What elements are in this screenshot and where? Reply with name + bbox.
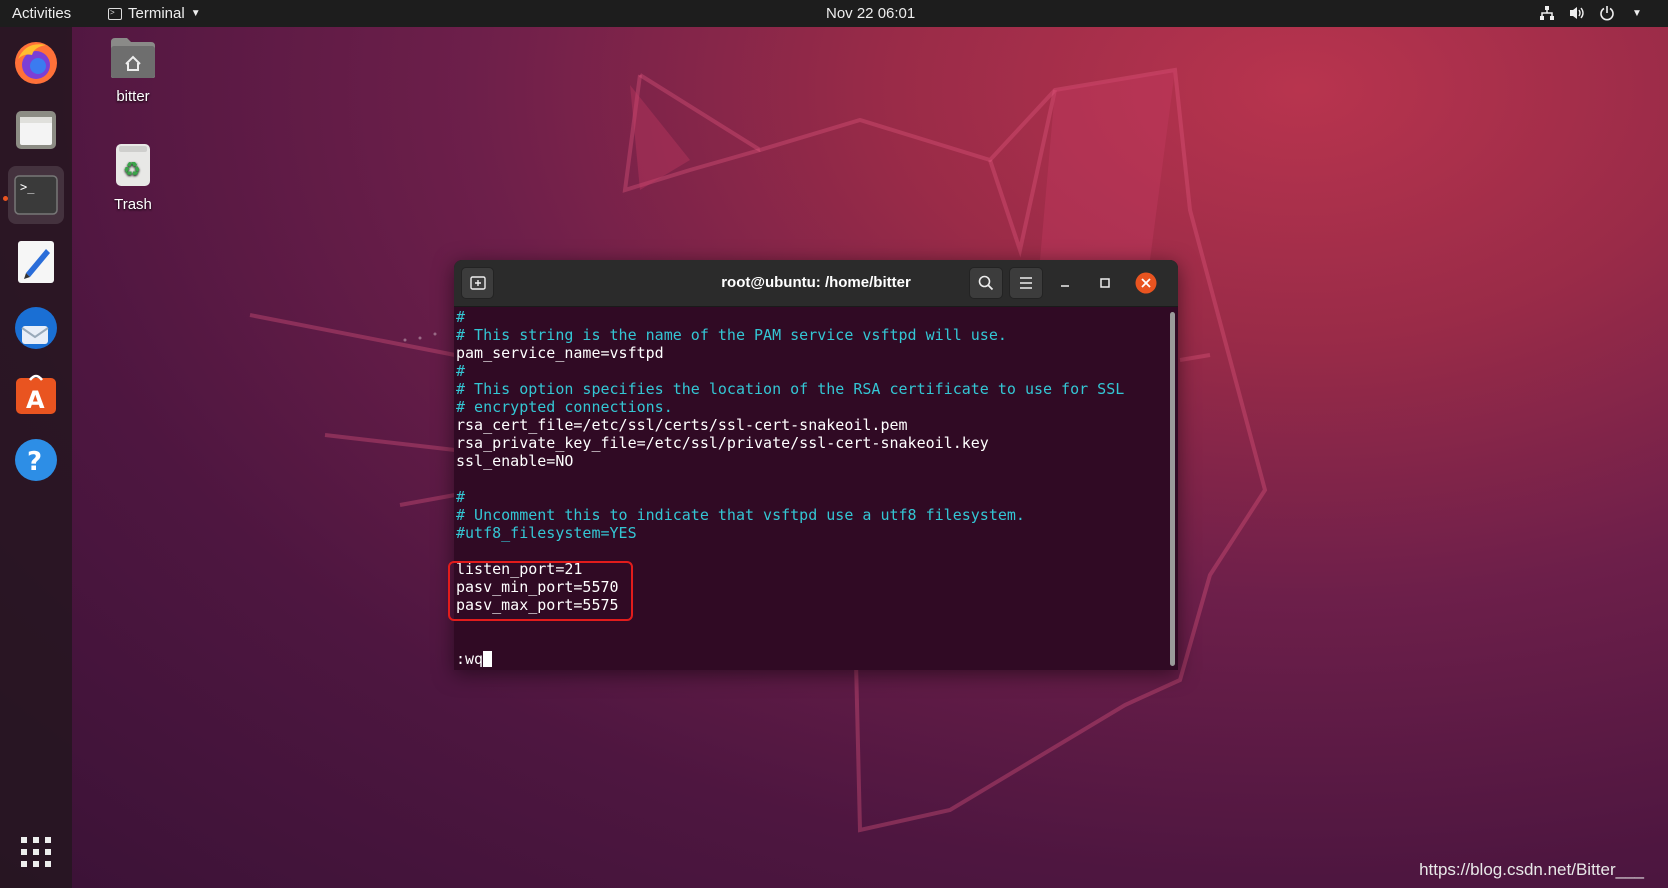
close-icon (1135, 272, 1157, 294)
terminal-icon: > (108, 7, 122, 20)
terminal-line: #utf8_filesystem=YES (456, 524, 637, 542)
files-icon (16, 111, 56, 149)
home-folder-icon (111, 38, 155, 78)
minimize-button[interactable] (1050, 267, 1080, 299)
hamburger-menu-icon (1020, 277, 1032, 289)
svg-text:>_: >_ (20, 180, 35, 194)
dock-item-text-editor[interactable] (8, 233, 64, 291)
chevron-down-icon: ▼ (1632, 7, 1642, 19)
power-icon (1598, 4, 1616, 22)
terminal-line: # (456, 308, 466, 326)
maximize-icon (1100, 278, 1110, 288)
desktop-icon-trash[interactable]: ♻ Trash (93, 142, 173, 213)
terminal-line: # (456, 362, 466, 380)
app-menu[interactable]: > Terminal ▼ (108, 5, 201, 22)
desktop-icon-home[interactable]: bitter (93, 36, 173, 105)
desktop-icon-trash-label: Trash (114, 196, 152, 213)
terminal-line: pam_service_name=vsftpd (456, 344, 664, 362)
minimize-icon (1061, 285, 1069, 287)
dock-item-software[interactable]: A (8, 365, 64, 423)
dock-item-help[interactable]: ? (8, 431, 64, 489)
top-bar: Activities > Terminal ▼ Nov 22 06:01 ▼ (0, 0, 1668, 27)
dock-item-firefox[interactable] (8, 34, 64, 92)
show-applications-button[interactable] (8, 823, 64, 881)
chevron-down-icon: ▼ (190, 8, 201, 19)
dock-item-files[interactable] (8, 100, 64, 158)
dock-item-thunderbird[interactable] (8, 299, 64, 357)
firefox-icon (15, 42, 57, 84)
help-icon: ? (15, 439, 57, 481)
terminal-line: ssl_enable=NO (456, 452, 574, 470)
search-button[interactable] (969, 267, 1003, 299)
app-grid-icon (21, 837, 51, 867)
menu-button[interactable] (1009, 267, 1043, 299)
svg-text:?: ? (27, 447, 42, 477)
desktop-icon-home-label: bitter (116, 88, 150, 105)
network-icon (1538, 4, 1556, 22)
vim-command: :wq (456, 650, 484, 668)
terminal-line: # Uncomment this to indicate that vsftpd… (456, 506, 1025, 524)
terminal-line: # This option specifies the location of … (456, 380, 1125, 398)
terminal-icon: >_ (14, 175, 58, 215)
watermark: https://blog.csdn.net/Bitter___ (1419, 860, 1644, 879)
vim-command-line: :wq (456, 650, 1166, 668)
terminal-line: # encrypted connections. (456, 398, 673, 416)
svg-text:A: A (26, 386, 45, 414)
close-button[interactable] (1130, 267, 1162, 299)
search-icon (978, 275, 994, 291)
terminal-line: # This string is the name of the PAM ser… (456, 326, 1007, 344)
trash-icon: ♻ (116, 144, 150, 186)
thunderbird-icon (15, 307, 57, 349)
maximize-button[interactable] (1090, 267, 1120, 299)
app-menu-label: Terminal (128, 5, 185, 22)
system-tray[interactable]: ▼ (1538, 4, 1646, 22)
highlight-annotation (448, 561, 633, 621)
text-cursor (483, 651, 493, 667)
terminal-header-bar[interactable]: root@ubuntu: /home/bitter (454, 260, 1178, 307)
software-icon: A (16, 374, 56, 414)
text-editor-icon (18, 241, 54, 283)
terminal-line: rsa_cert_file=/etc/ssl/certs/ssl-cert-sn… (456, 416, 908, 434)
terminal-line: # (456, 488, 466, 506)
dock: >_ A ? (0, 27, 72, 888)
svg-text:♻: ♻ (123, 157, 141, 181)
scrollbar[interactable] (1170, 312, 1175, 666)
volume-icon (1568, 4, 1586, 22)
activities-button[interactable]: Activities (12, 5, 71, 22)
terminal-line: rsa_private_key_file=/etc/ssl/private/ss… (456, 434, 989, 452)
clock[interactable]: Nov 22 06:01 (826, 5, 915, 22)
dock-item-terminal[interactable]: >_ (8, 166, 64, 224)
